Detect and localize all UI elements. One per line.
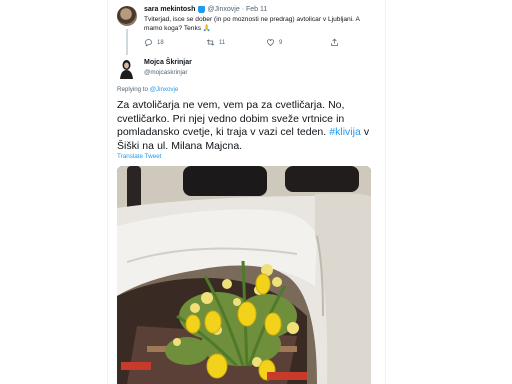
- thread-connector-line: [126, 29, 128, 55]
- tweet2-text: Za avtoličarja ne vem, vem pa za cvetlič…: [117, 99, 370, 153]
- tweet-date[interactable]: Feb 11: [246, 6, 267, 13]
- replying-to-link[interactable]: @Jinxovje: [150, 86, 179, 93]
- translate-tweet-link[interactable]: Translate Tweet: [117, 153, 161, 160]
- avatar-mojca[interactable]: [119, 59, 134, 79]
- tweet1-actions: 18 11 9: [144, 38, 344, 48]
- verified-icon: [198, 6, 206, 13]
- reply-button[interactable]: 18: [144, 38, 164, 47]
- author-name[interactable]: sara mekintosh: [144, 6, 195, 13]
- reply-icon: [145, 39, 152, 47]
- retweet-count: 11: [219, 39, 226, 46]
- hashtag-link[interactable]: #klivija: [329, 126, 361, 138]
- tweet1-text: Tviterjad, isce se dober (in po moznosti…: [144, 16, 360, 32]
- share-button[interactable]: [330, 38, 339, 47]
- author-name[interactable]: Mojca Škrinjar: [144, 59, 192, 66]
- retweet-icon: [206, 39, 215, 46]
- avatar-sara[interactable]: [117, 6, 137, 26]
- like-icon: [267, 39, 274, 46]
- like-count: 9: [279, 39, 283, 46]
- replying-to: Replying to @Jinxovje: [117, 86, 179, 93]
- like-button[interactable]: 9: [266, 38, 282, 47]
- tweet1-header: sara mekintosh @Jinxovje · Feb 11: [144, 6, 268, 13]
- share-icon: [331, 38, 338, 46]
- reply-count: 18: [157, 39, 164, 46]
- author-handle[interactable]: @Jinxovje: [207, 6, 239, 13]
- tweet-thread: sara mekintosh @Jinxovje · Feb 11 Tviterj…: [107, 0, 386, 384]
- tweet-photo[interactable]: [117, 166, 371, 384]
- author-handle[interactable]: @mojcaskrinjar: [144, 69, 187, 76]
- retweet-button[interactable]: 11: [206, 38, 225, 47]
